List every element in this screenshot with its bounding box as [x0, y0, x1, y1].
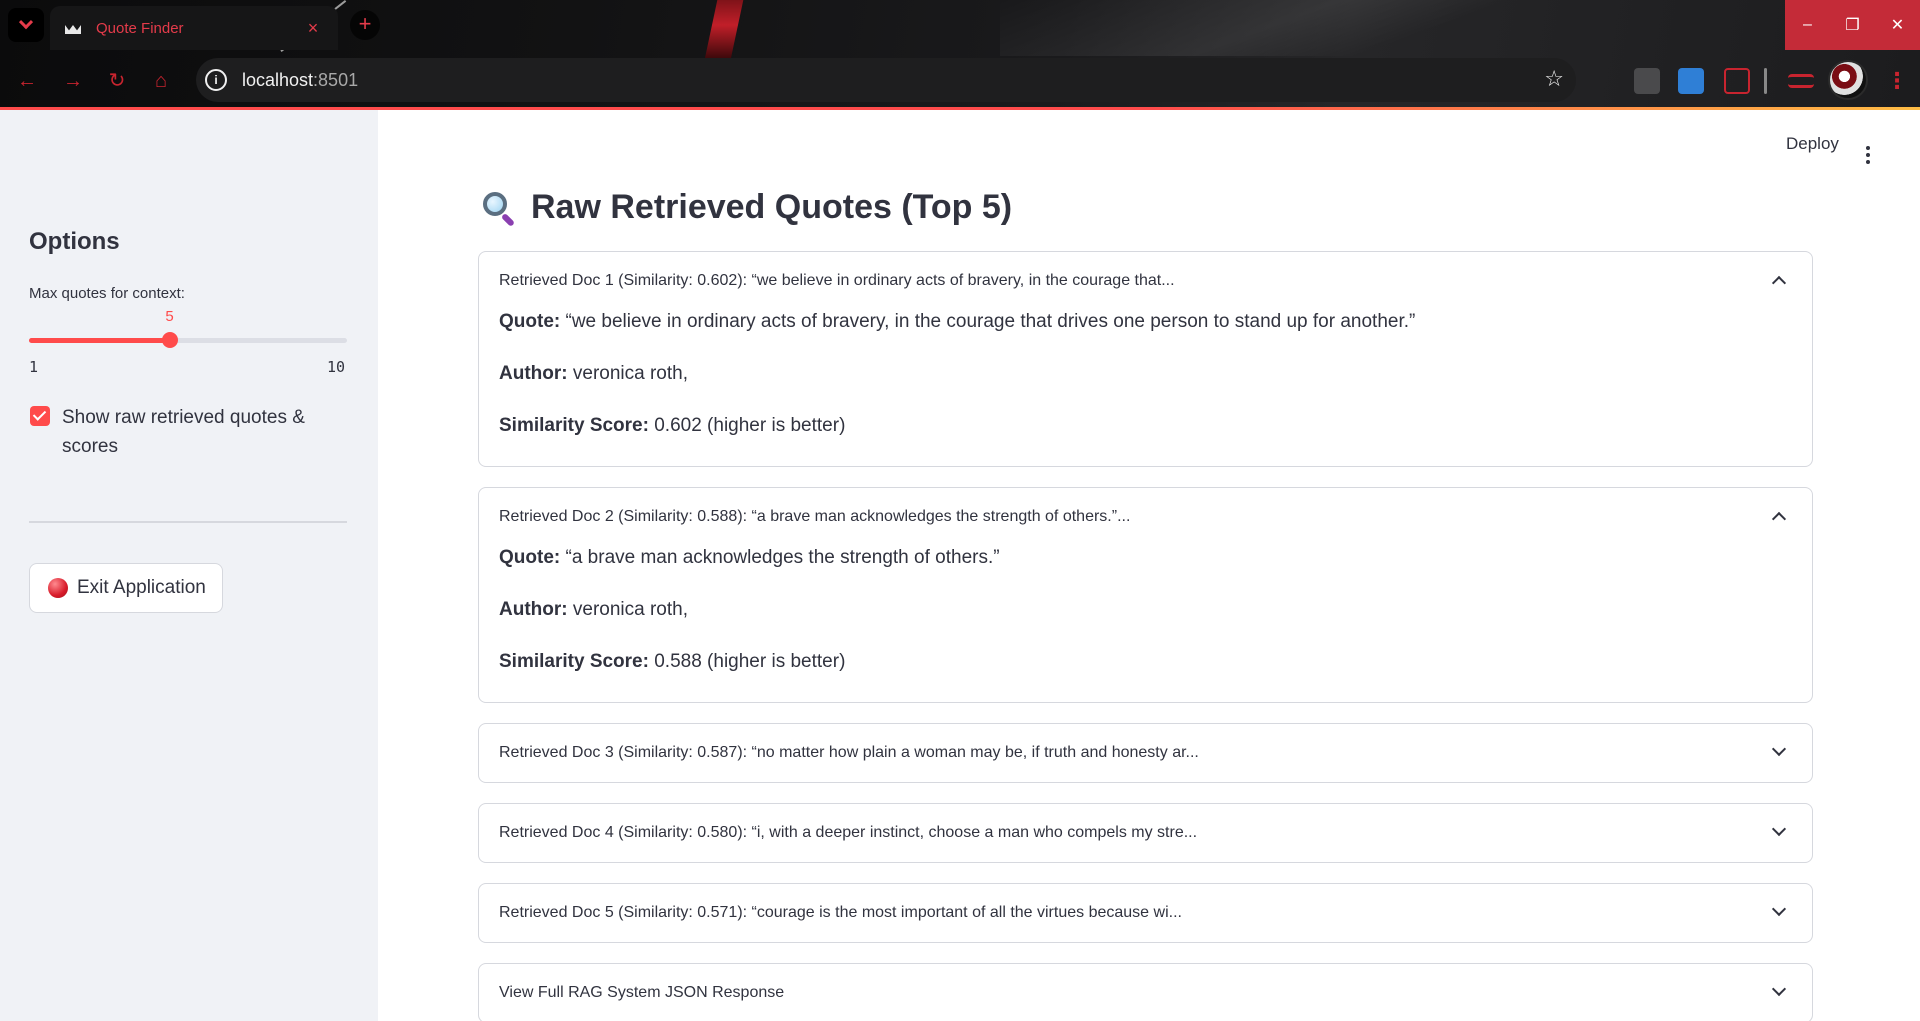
quote-row: Quote: “we believe in ordinary acts of b… — [499, 311, 1416, 332]
expander-doc-3[interactable]: Retrieved Doc 3 (Similarity: 0.587): “no… — [478, 723, 1813, 783]
extensions-puzzle-icon[interactable] — [1724, 68, 1750, 94]
sidebar: Options Max quotes for context: 5 1 10 S… — [0, 110, 378, 1021]
site-info-icon[interactable]: i — [205, 69, 227, 91]
show-raw-quotes-checkbox[interactable] — [30, 406, 50, 426]
browser-toolbar: ← → ↻ ⌂ i localhost:8501 ☆ ⋮ — [0, 56, 1920, 106]
close-window-button[interactable]: ✕ — [1875, 0, 1920, 50]
quote-text: “a brave man acknowledges the strength o… — [565, 547, 1000, 568]
expander-header[interactable]: Retrieved Doc 2 (Similarity: 0.588): “a … — [479, 488, 1812, 546]
exit-application-button[interactable]: Exit Application — [29, 563, 223, 613]
expander-header[interactable]: Retrieved Doc 3 (Similarity: 0.587): “no… — [479, 724, 1812, 782]
max-quotes-slider[interactable] — [29, 338, 347, 343]
author-text: veronica roth, — [572, 363, 688, 384]
extension-cards-icon[interactable] — [1634, 68, 1660, 94]
score-text: 0.588 (higher is better) — [654, 651, 846, 672]
expander-doc-1: Retrieved Doc 1 (Similarity: 0.602): “we… — [478, 251, 1813, 467]
profile-avatar[interactable] — [1828, 60, 1868, 100]
forward-arrow-icon[interactable]: → — [58, 66, 88, 96]
author-row: Author: veronica roth, — [499, 599, 688, 620]
slider-value: 5 — [165, 308, 174, 325]
crown-favicon-icon — [64, 21, 82, 35]
expander-header[interactable]: Retrieved Doc 4 (Similarity: 0.580): “i,… — [479, 804, 1812, 862]
author-row: Author: veronica roth, — [499, 363, 688, 384]
checkbox-label[interactable]: Show raw retrieved quotes & scores — [62, 403, 322, 461]
expander-header[interactable]: Retrieved Doc 1 (Similarity: 0.602): “we… — [479, 252, 1812, 310]
expander-body: Quote: “a brave man acknowledges the str… — [479, 546, 1812, 674]
address-bar[interactable]: i localhost:8501 ☆ — [196, 58, 1576, 102]
slider-max-label: 10 — [327, 358, 346, 376]
restore-button[interactable]: ❐ — [1830, 0, 1875, 50]
bookmark-star-icon[interactable]: ☆ — [1544, 66, 1564, 92]
tab-close-icon[interactable]: × — [302, 18, 324, 39]
minimize-button[interactable]: – — [1785, 0, 1830, 50]
page-title-text: Raw Retrieved Quotes (Top 5) — [531, 188, 1013, 226]
slider-label: Max quotes for context: — [29, 285, 185, 302]
chevron-up-icon — [1771, 275, 1787, 291]
chevron-down-icon — [18, 15, 34, 30]
chevron-up-icon — [1771, 511, 1787, 527]
app-menu-icon[interactable] — [1866, 146, 1870, 167]
tab-title: Quote Finder — [96, 19, 184, 37]
sidebar-divider — [29, 521, 347, 523]
expander-title: Retrieved Doc 4 (Similarity: 0.580): “i,… — [499, 824, 1198, 841]
expander-title: View Full RAG System JSON Response — [499, 984, 785, 1001]
quote-text: “we believe in ordinary acts of bravery,… — [565, 311, 1416, 332]
exit-button-label: Exit Application — [77, 577, 206, 598]
chevron-down-icon — [1771, 981, 1787, 997]
expander-title: Retrieved Doc 1 (Similarity: 0.602): “we… — [499, 272, 1175, 289]
chevron-down-icon — [1771, 821, 1787, 837]
chevron-down-icon — [1771, 741, 1787, 757]
expander-doc-5[interactable]: Retrieved Doc 5 (Similarity: 0.571): “co… — [478, 883, 1813, 943]
slider-min-label: 1 — [29, 358, 39, 376]
browser-tab[interactable]: Quote Finder × — [50, 6, 338, 50]
deploy-button[interactable]: Deploy — [1786, 134, 1839, 154]
slider-thumb[interactable] — [162, 332, 179, 348]
new-tab-button[interactable]: + — [350, 10, 380, 40]
theme-decoration — [704, 0, 746, 60]
main-content: Deploy Raw Retrieved Quotes (Top 5) Retr… — [378, 110, 1920, 1021]
sidebar-heading: Options — [29, 228, 120, 255]
expander-doc-2: Retrieved Doc 2 (Similarity: 0.588): “a … — [478, 487, 1813, 703]
score-text: 0.602 (higher is better) — [654, 415, 846, 436]
browser-chrome: Quote Finder × + – ❐ ✕ ← → ↻ ⌂ i localho… — [0, 0, 1920, 110]
home-icon[interactable]: ⌂ — [146, 66, 176, 96]
expander-body: Quote: “we believe in ordinary acts of b… — [479, 310, 1812, 438]
toolbar-separator — [1764, 68, 1767, 94]
browser-menu-icon[interactable]: ⋮ — [1886, 68, 1908, 94]
score-row: Similarity Score: 0.588 (higher is bette… — [499, 651, 846, 672]
expander-header[interactable]: View Full RAG System JSON Response — [479, 964, 1812, 1021]
author-text: veronica roth, — [572, 599, 688, 620]
expander-title: Retrieved Doc 5 (Similarity: 0.571): “co… — [499, 904, 1182, 921]
extension-arrow-icon[interactable] — [1678, 68, 1704, 94]
chevron-down-icon — [1771, 901, 1787, 917]
expander-doc-4[interactable]: Retrieved Doc 4 (Similarity: 0.580): “i,… — [478, 803, 1813, 863]
slider-fill — [29, 338, 171, 343]
score-row: Similarity Score: 0.602 (higher is bette… — [499, 415, 846, 436]
url-text: localhost:8501 — [242, 70, 359, 90]
reading-list-icon[interactable] — [1788, 74, 1814, 88]
back-arrow-icon[interactable]: ← — [12, 66, 42, 96]
red-circle-icon — [48, 578, 68, 598]
magnifying-glass-icon — [481, 190, 517, 227]
window-controls: – ❐ ✕ — [1785, 0, 1920, 50]
expander-title: Retrieved Doc 3 (Similarity: 0.587): “no… — [499, 744, 1199, 761]
reload-icon[interactable]: ↻ — [102, 66, 132, 96]
expander-title: Retrieved Doc 2 (Similarity: 0.588): “a … — [499, 508, 1131, 525]
expander-header[interactable]: Retrieved Doc 5 (Similarity: 0.571): “co… — [479, 884, 1812, 942]
tab-search-button[interactable] — [8, 8, 44, 42]
page-title: Raw Retrieved Quotes (Top 5) — [481, 188, 1012, 227]
quote-row: Quote: “a brave man acknowledges the str… — [499, 547, 1000, 568]
theme-decoration — [1000, 0, 1700, 56]
expander-json-response[interactable]: View Full RAG System JSON Response — [478, 963, 1813, 1021]
